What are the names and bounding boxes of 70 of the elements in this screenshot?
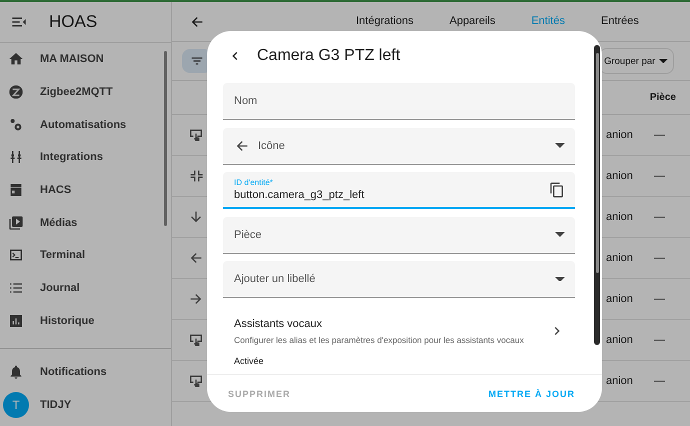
table-cell-text: anion [606,293,634,305]
table-cell-text: — [654,293,666,305]
table-cell-text: — [654,129,666,141]
input-field[interactable]: Nom [223,83,575,120]
field-label: Icône [258,140,286,152]
table-cell-text: anion [606,129,634,141]
tab[interactable]: Intégrations [356,15,414,27]
arrow-right-icon [188,291,204,307]
column-header[interactable]: Pièce [650,92,676,103]
table-cell-text: — [654,334,666,346]
input-field[interactable]: ID d'entité* button.camera_g3_ptz_left [223,172,575,209]
table-cell-text: anion [606,252,634,264]
table-cell-text: anion [606,170,634,182]
field-label: Pièce [234,228,263,240]
enabled-label: Activée [233,355,265,366]
sidebar-item[interactable]: HACS [0,174,171,206]
tab[interactable]: Appareils [449,15,496,27]
table-cell-text: anion [606,334,634,346]
sidebar-item[interactable]: MA MAISON [0,43,171,76]
select-field[interactable]: Pièce [223,216,575,254]
sidebar-item[interactable]: Historique [0,304,171,338]
user-item[interactable]: T TIDJY [0,388,171,422]
select-field[interactable]: Icône [223,128,575,164]
table-cell-text: — [654,170,666,182]
arrow-down-icon [188,209,204,225]
item-title: Assistants vocaux [234,318,324,330]
select-field[interactable]: Ajouter un libellé [223,261,575,298]
sidebar-item[interactable]: Journal [0,272,171,304]
sidebar-item[interactable]: Automatisations [0,108,171,142]
table-cell-text: — [654,375,666,387]
field-label: Nom [234,95,258,107]
table-cell-text: — [654,211,666,223]
sidebar-item[interactable]: Integrations [0,141,171,174]
app-title: HOAS [49,12,98,32]
notifications-item[interactable]: Notifications [0,356,171,389]
bell-icon [8,364,24,380]
user-avatar: T [3,392,29,418]
item-subtitle: Configurer les alias et les paramètres d'exposition pour les assistants vocaux [234,334,525,344]
tab[interactable]: Entrées [600,15,639,27]
table-cell-text: anion [606,375,634,387]
arrow-left-icon [188,250,204,266]
caret-down-icon [555,232,565,237]
caret-down-icon [555,276,565,282]
scrollbar[interactable] [594,45,600,345]
caret-down-icon [659,58,668,64]
copy-icon[interactable] [549,182,565,198]
sidebar-item[interactable]: Médias [0,206,171,240]
plug-icon [8,149,24,166]
sidebar-item[interactable]: Zigbee2MQTT [0,76,171,108]
voice-assistants-item[interactable]: Assistants vocaux Configurer les alias et les paramètres d'exposition pour les assistants vocaux [223,306,575,344]
bar-chart-icon [8,312,24,329]
monitor-touch-icon [188,127,204,143]
zigbee-logo-icon [8,84,24,100]
table-cell-text: anion [606,211,634,223]
terminal-icon [8,247,24,264]
media-icon [8,214,24,231]
home-icon [8,51,24,68]
sidebar-item[interactable]: Terminal [0,239,171,272]
monitor-touch-icon [188,332,204,348]
scrollbar[interactable] [164,51,167,226]
gears-icon [8,116,24,133]
field-label: ID d'entité* [234,178,274,187]
dialog-title: Camera G3 PTZ left [257,47,400,65]
store-icon [8,182,24,198]
caret-down-icon [555,143,565,148]
monitor-touch-icon [188,373,204,389]
table-cell-text: — [654,252,666,264]
field-label: Ajouter un libellé [234,273,316,285]
compress-icon [188,168,204,184]
field-value: button.camera_g3_ptz_left [234,189,366,201]
